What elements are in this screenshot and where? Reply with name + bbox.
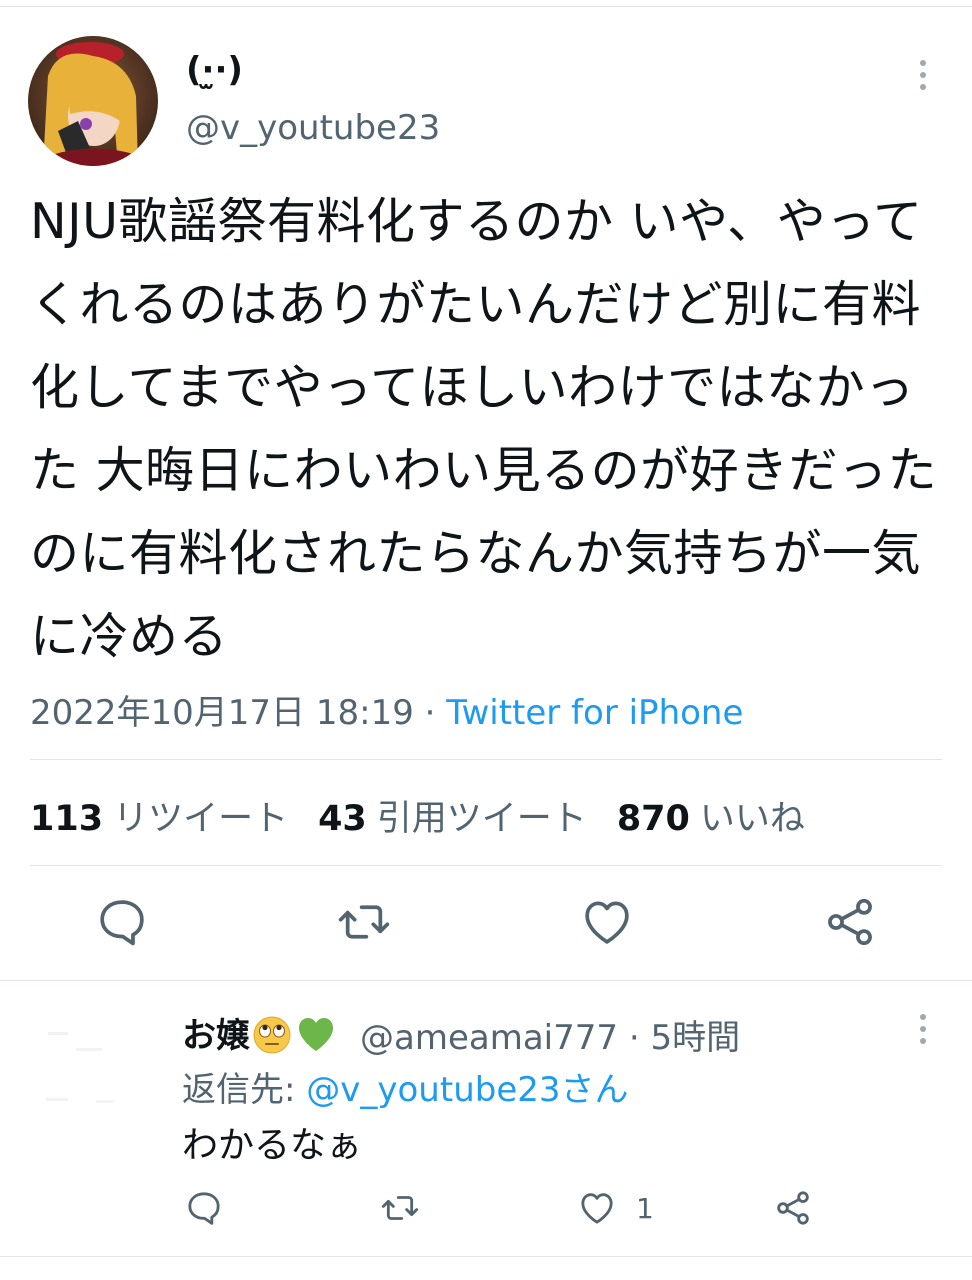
tweet-source[interactable]: Twitter for iPhone — [446, 693, 743, 733]
tweet-meta: 2022年10月17日 18:19 · Twitter for iPhone — [30, 685, 743, 734]
avatar[interactable] — [28, 36, 158, 166]
reply-more-icon[interactable] — [908, 1012, 938, 1046]
tweet-timestamp[interactable]: 2022年10月17日 18:19 — [30, 693, 414, 733]
green-heart-emoji-icon — [296, 1015, 336, 1055]
divider — [30, 759, 942, 760]
quotes-label[interactable]: 引用ツイート — [377, 799, 587, 839]
reply-retweet-icon[interactable] — [380, 1188, 420, 1228]
reply-author-handle[interactable]: @ameamai777 · 5時間 — [360, 1010, 740, 1059]
reply-avatar[interactable] — [36, 1010, 146, 1120]
likes-label[interactable]: いいね — [700, 799, 805, 839]
retweet-icon[interactable] — [336, 894, 392, 950]
divider — [30, 865, 942, 866]
rolling-eyes-emoji-icon — [252, 1015, 292, 1055]
retweets-label[interactable]: リツイート — [113, 799, 288, 839]
reply-reply-icon[interactable] — [184, 1188, 224, 1228]
reply-icon[interactable] — [94, 894, 150, 950]
reply-author-name-text: お嬢 — [182, 1016, 250, 1056]
section-divider — [0, 980, 972, 981]
tweet-text: NJU歌謡祭有料化するのか いや、やってくれるのはありがたいんだけど別に有料化し… — [30, 193, 938, 665]
share-icon[interactable] — [822, 894, 878, 950]
reply-to: 返信先: @v_youtube23さん — [182, 1062, 629, 1111]
author-name[interactable]: (·̫·) — [186, 50, 243, 90]
bottom-divider — [0, 1256, 972, 1257]
reply-to-label: 返信先: — [182, 1070, 307, 1110]
tweet-stats: 113 リツイート 43 引用ツイート 870 いいね — [30, 790, 835, 841]
meta-separator: · — [413, 693, 447, 733]
main-tweet: (·̫·) @v_youtube23 NJU歌謡祭有料化するのか いや、やってく… — [0, 0, 972, 980]
reply-text: わかるなぁ — [182, 1125, 363, 1166]
reply-time[interactable]: 5時間 — [650, 1018, 740, 1058]
reply-separator: · — [618, 1018, 651, 1058]
more-icon[interactable] — [908, 58, 938, 92]
reply-handle-text[interactable]: @ameamai777 — [360, 1018, 618, 1058]
author-handle[interactable]: @v_youtube23 — [186, 108, 440, 148]
reply-author-name[interactable]: お嬢 — [182, 1008, 336, 1057]
quotes-count[interactable]: 43 — [318, 799, 367, 839]
retweets-count[interactable]: 113 — [30, 799, 103, 839]
like-icon[interactable] — [579, 894, 635, 950]
likes-count[interactable]: 870 — [617, 799, 690, 839]
reply-share-icon[interactable] — [773, 1188, 813, 1228]
reply-like-count[interactable]: 1 — [636, 1192, 654, 1225]
reply-to-handle[interactable]: @v_youtube23さん — [306, 1070, 628, 1110]
reply-like-icon[interactable] — [577, 1188, 617, 1228]
